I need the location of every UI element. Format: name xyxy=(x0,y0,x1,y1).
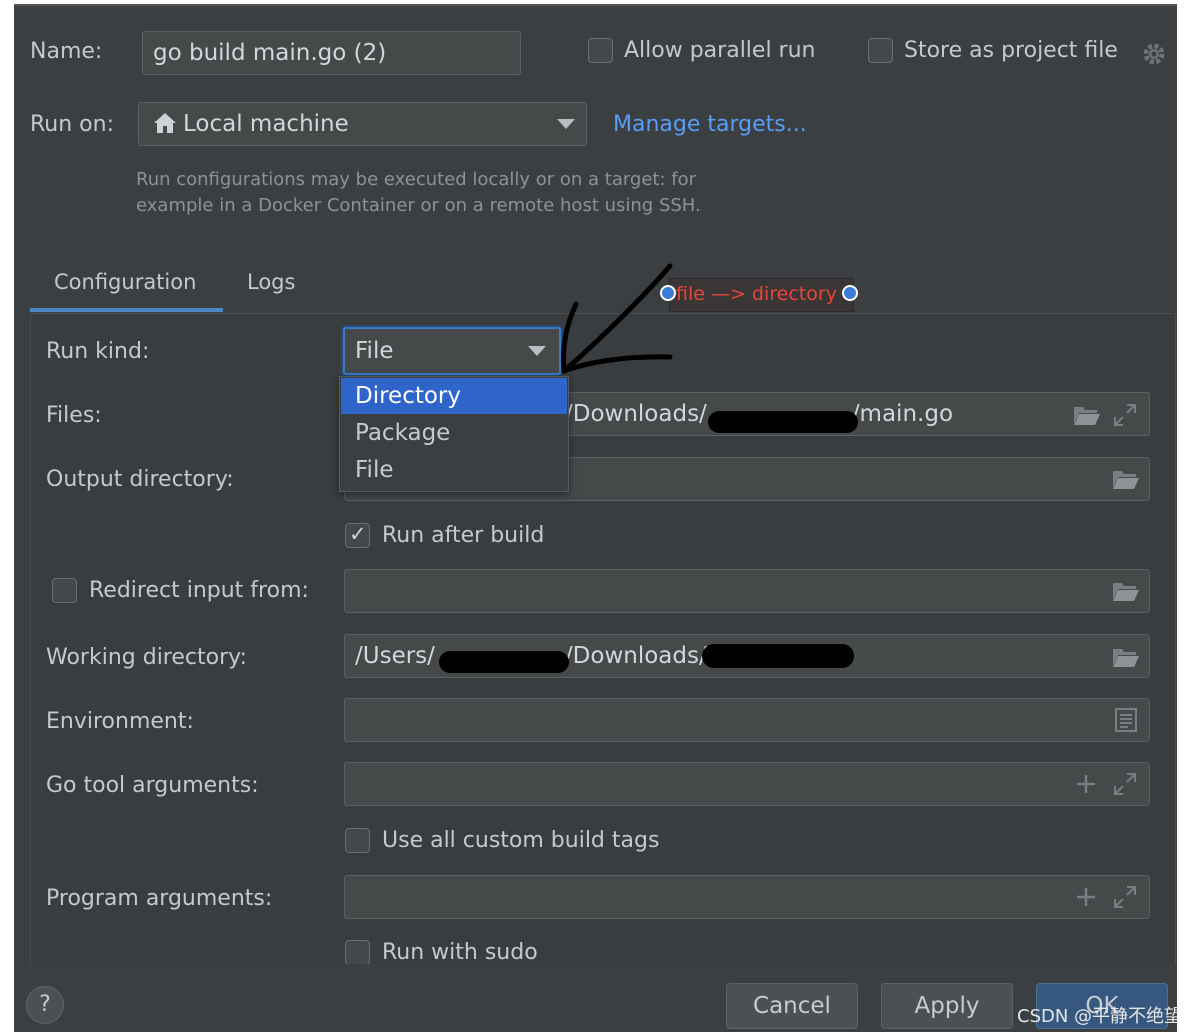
folder-open-icon[interactable] xyxy=(1073,404,1101,426)
run-with-sudo-checkbox[interactable] xyxy=(345,940,370,965)
allow-parallel-checkbox[interactable] xyxy=(588,38,613,63)
run-kind-dropdown: Directory Package File xyxy=(339,376,569,492)
help-button[interactable]: ? xyxy=(26,986,64,1024)
run-on-value: Local machine xyxy=(183,111,349,137)
expand-icon[interactable] xyxy=(1114,773,1136,795)
gear-icon[interactable] xyxy=(1141,41,1167,67)
apply-button[interactable]: Apply xyxy=(881,983,1013,1029)
environment-input[interactable] xyxy=(344,698,1150,742)
program-arguments-input[interactable] xyxy=(344,875,1150,919)
redaction-scribble xyxy=(439,651,569,673)
dropdown-option-package[interactable]: Package xyxy=(341,415,567,451)
expand-icon[interactable] xyxy=(1114,404,1136,426)
cancel-button[interactable]: Cancel xyxy=(726,983,858,1029)
tab-active-indicator xyxy=(30,308,223,312)
dropdown-option-label: File xyxy=(355,457,394,483)
dropdown-option-label: Directory xyxy=(355,383,462,409)
program-arguments-label: Program arguments: xyxy=(46,886,273,911)
dropdown-option-directory[interactable]: Directory xyxy=(341,378,567,414)
watermark: CSDN @平静不绝望 xyxy=(1017,1006,1177,1027)
redaction-scribble xyxy=(702,644,854,668)
redirect-input-field[interactable] xyxy=(344,569,1150,613)
store-project-label: Store as project file xyxy=(904,38,1118,63)
store-project-checkbox[interactable] xyxy=(868,38,893,63)
home-icon xyxy=(154,113,176,133)
working-dir-path-start: /Users/ xyxy=(355,643,435,669)
go-tool-arguments-input[interactable] xyxy=(344,762,1150,806)
use-custom-build-tags-label: Use all custom build tags xyxy=(382,828,660,853)
run-kind-value: File xyxy=(355,338,394,364)
environment-label: Environment: xyxy=(46,709,194,734)
run-with-sudo-label: Run with sudo xyxy=(382,940,538,965)
folder-open-icon[interactable] xyxy=(1112,580,1140,602)
manage-targets-link[interactable]: Manage targets... xyxy=(613,112,807,137)
document-icon[interactable] xyxy=(1115,708,1137,732)
working-dir-path-end: /Downloads/ xyxy=(564,643,707,669)
tab-configuration-label: Configuration xyxy=(54,270,197,294)
expand-icon[interactable] xyxy=(1114,886,1136,908)
plus-icon[interactable] xyxy=(1076,774,1096,794)
run-on-select[interactable]: Local machine xyxy=(138,102,587,146)
run-after-build-checkbox[interactable] xyxy=(345,522,370,548)
chevron-down-icon xyxy=(557,119,575,129)
files-path-start: /Downloads/ xyxy=(565,401,707,427)
working-directory-label: Working directory: xyxy=(46,645,247,670)
output-directory-label: Output directory: xyxy=(46,467,234,492)
annotation-handle-right[interactable] xyxy=(842,285,858,301)
hint-line-2: example in a Docker Container or on a re… xyxy=(136,195,701,216)
annotation-text: file —> directory xyxy=(676,283,837,305)
hint-line-1: Run configurations may be executed local… xyxy=(136,169,697,190)
tab-configuration[interactable]: Configuration xyxy=(30,260,223,312)
redirect-input-checkbox[interactable] xyxy=(52,578,77,603)
redaction-scribble xyxy=(708,411,858,433)
arrow-annotation xyxy=(561,263,673,374)
plus-icon[interactable] xyxy=(1076,887,1096,907)
annotation-box: file —> directory xyxy=(669,278,854,312)
tab-logs-label: Logs xyxy=(247,270,296,294)
dropdown-option-file[interactable]: File xyxy=(341,452,567,488)
go-tool-arguments-label: Go tool arguments: xyxy=(46,773,259,798)
name-label: Name: xyxy=(30,39,103,64)
tab-logs[interactable]: Logs xyxy=(234,260,314,312)
run-after-build-label: Run after build xyxy=(382,523,545,548)
folder-open-icon[interactable] xyxy=(1112,468,1140,490)
redirect-input-label: Redirect input from: xyxy=(89,578,309,603)
run-on-label: Run on: xyxy=(30,112,114,137)
use-custom-build-tags-checkbox[interactable] xyxy=(345,828,370,853)
run-configuration-dialog: Name: go build main.go (2) Allow paralle… xyxy=(14,4,1177,1032)
run-kind-label: Run kind: xyxy=(46,339,150,364)
folder-open-icon[interactable] xyxy=(1112,646,1140,668)
files-path-end: /main.go xyxy=(851,401,954,427)
dropdown-option-label: Package xyxy=(355,420,451,446)
allow-parallel-label: Allow parallel run xyxy=(624,38,816,63)
name-input[interactable]: go build main.go (2) xyxy=(142,31,521,75)
files-label: Files: xyxy=(46,403,102,428)
